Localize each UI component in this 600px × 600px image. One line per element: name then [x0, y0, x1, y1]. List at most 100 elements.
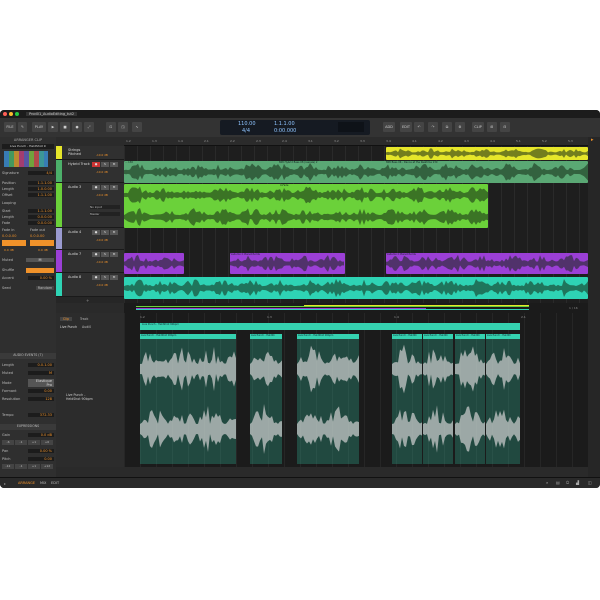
arranger-timeline[interactable]: 1.2 1.3 1.4 2.1 2.2 2.3 2.4 3.1 3.2 3.3 3.4 4.1 4.2 4…	[124, 137, 588, 303]
clip-purple-2[interactable]: Autumn C PianoChords	[230, 253, 345, 274]
mute-button[interactable]: M	[110, 230, 118, 235]
pencil-icon[interactable]: ✎	[18, 122, 27, 132]
audio-event-value[interactable]: Elastique Pro	[28, 379, 54, 387]
detail-ruler[interactable]: 1.2 1.3 1.4 2.1	[124, 315, 588, 322]
track-name[interactable]: Audio 8	[68, 275, 90, 279]
step-button[interactable]: +1	[28, 440, 40, 445]
track-header[interactable]: Audio 8 ● S M -10.0 dB	[56, 273, 124, 297]
arrange-view-button[interactable]: ARRANGE	[18, 481, 35, 485]
arranger-view-icon[interactable]: ⊡	[106, 122, 116, 132]
track-name[interactable]: Strings Pitched	[68, 148, 90, 156]
sidebar-toggle-icon[interactable]: ▸	[4, 481, 6, 486]
inspector-row-value[interactable]: 0.0.0.00	[28, 215, 54, 219]
play-mode-button[interactable]: PLAY	[32, 122, 46, 132]
edit-button[interactable]: EDIT	[400, 122, 412, 132]
clip-hybrid[interactable]: ... 130 808 Hybrid Bass 08 (rescale) 2 8…	[124, 161, 588, 183]
track-name[interactable]: Audio 4	[68, 230, 90, 234]
search-icon[interactable]: ⌕	[546, 480, 548, 485]
track-volume[interactable]: -10.0 dB	[96, 153, 108, 157]
metronome-display[interactable]	[338, 122, 364, 132]
inspector-row-value[interactable]: 1.1.1.00	[28, 193, 54, 197]
power-icon[interactable]: ⏻	[566, 480, 569, 485]
track-header[interactable]: Audio 3 ● S M -10.0 dB No input Master	[56, 183, 124, 228]
track-header[interactable]: Audio 4 ● S M -10.0 dB	[56, 228, 124, 250]
muted-toggle[interactable]: M	[26, 258, 54, 262]
pan-value[interactable]: 0.00 %	[28, 449, 54, 453]
track-volume[interactable]: -10.0 dB	[96, 238, 108, 242]
track-header[interactable]: Strings Pitched -10.0 dB	[56, 146, 124, 160]
file-icon[interactable]: ▤	[556, 480, 560, 485]
solo-button[interactable]: S	[101, 185, 109, 190]
automation-icon[interactable]: ⤢	[84, 122, 94, 132]
audio-event[interactable]: Live Punch - HeldSh	[423, 334, 453, 464]
time-value[interactable]: 0:00.000	[274, 128, 296, 134]
step-button[interactable]: +1	[28, 464, 40, 469]
tempo-value[interactable]: 110.00	[238, 121, 256, 127]
audio-event[interactable]: Live Punch - HeldSh	[486, 334, 520, 464]
close-button[interactable]	[3, 112, 7, 116]
solo-button[interactable]: S	[101, 162, 109, 167]
project-tab[interactable]: Prod01_AudioEditing_tut2	[26, 111, 78, 116]
inspector-row-value[interactable]: 1.0.0.00	[28, 187, 54, 191]
minimize-button[interactable]	[9, 112, 13, 116]
clip-audio8[interactable]	[124, 277, 588, 299]
accent-value[interactable]: 0.00 %	[28, 276, 54, 280]
inspector-row-value[interactable]: 1.1.1.00	[28, 181, 54, 185]
fade-out-value[interactable]: 0.0.0.00	[30, 234, 44, 238]
output-select[interactable]: Master	[90, 212, 120, 216]
audio-event-value[interactable]: 0.0.1.00	[28, 363, 54, 367]
track-header[interactable]: Audio 7 ● S M -10.0 dB	[56, 250, 124, 273]
record-arm-button[interactable]: ●	[92, 252, 100, 257]
redo-icon[interactable]: ↷	[428, 122, 438, 132]
track-name[interactable]: Audio 7	[68, 252, 90, 256]
track-volume[interactable]: -10.0 dB	[96, 283, 108, 287]
audio-event-value[interactable]: 372.33	[28, 413, 54, 417]
fade-in-value[interactable]: 0.0.0.00	[2, 234, 16, 238]
input-select[interactable]: No input	[90, 205, 120, 209]
step-button[interactable]: +12	[41, 464, 53, 469]
undo-icon[interactable]: ↶	[414, 122, 424, 132]
track-volume[interactable]: -10.0 dB	[96, 193, 108, 197]
track-header[interactable]: Hybrid Track ● S M -10.0 dB	[56, 160, 124, 183]
gain-value[interactable]: 0.0 dB	[28, 433, 54, 437]
grid-icon[interactable]: ⊟	[500, 122, 510, 132]
snap-icon[interactable]: ⊞	[487, 122, 497, 132]
clip-strings[interactable]	[386, 147, 588, 160]
mute-button[interactable]: M	[110, 252, 118, 257]
step-button[interactable]: -1	[15, 464, 27, 469]
clip-audio3[interactable]: X-Fade	[124, 184, 488, 228]
inspector-row-value[interactable]: 4/4	[28, 171, 54, 175]
inspector-row-value[interactable]: 1.1.1.00	[28, 209, 54, 213]
fade-out-curve-button[interactable]	[30, 240, 54, 246]
clip-purple-3[interactable]: Autumn C PianoChords	[386, 253, 588, 274]
tab-track[interactable]: Track	[80, 317, 88, 321]
mix-view-button[interactable]: MIX	[40, 481, 46, 485]
signature-value[interactable]: 4/4	[242, 128, 250, 134]
solo-button[interactable]: S	[101, 230, 109, 235]
pitch-value[interactable]: 0.00	[28, 457, 54, 461]
record-arm-button[interactable]: ●	[92, 162, 100, 167]
shuffle-toggle[interactable]	[26, 267, 54, 273]
inspector-toggle-icon[interactable]: ▸	[591, 137, 594, 143]
audio-event[interactable]: Live Punch - HeldSh	[392, 334, 422, 464]
stop-icon[interactable]: ■	[60, 122, 70, 132]
overview-bar[interactable]: 1 / 16	[124, 303, 588, 313]
audio-event[interactable]: Live Punch - HeldSh	[250, 334, 282, 464]
audio-event[interactable]: Live Punch - HeldShot 90bpm	[297, 334, 359, 464]
audio-event[interactable]: Live Punch - HeldSh	[455, 334, 485, 464]
record-arm-button[interactable]: ●	[92, 185, 100, 190]
audio-editor-area[interactable]: 1.2 1.3 1.4 2.1 Live Punch - HeldShot 90bpm…	[124, 313, 588, 467]
position-value[interactable]: 1.1.1.00	[274, 121, 295, 127]
inspector-row-value[interactable]: 0.0.0.00	[28, 221, 54, 225]
edit-view-button[interactable]: EDIT	[51, 481, 59, 485]
fade-in-curve-button[interactable]	[2, 240, 26, 246]
clip-launcher-icon[interactable]: ◳	[118, 122, 128, 132]
play-icon[interactable]: ▶	[48, 122, 58, 132]
panel-icon[interactable]: ◫	[588, 480, 592, 485]
step-button[interactable]: -1	[15, 440, 27, 445]
clip-button[interactable]: CLIP	[472, 122, 484, 132]
add-track-icon[interactable]: +	[86, 298, 89, 303]
add-button[interactable]: ADD	[383, 122, 395, 132]
wave-view-icon[interactable]: ∿	[132, 122, 142, 132]
settings-icon[interactable]: ⚙	[455, 122, 465, 132]
